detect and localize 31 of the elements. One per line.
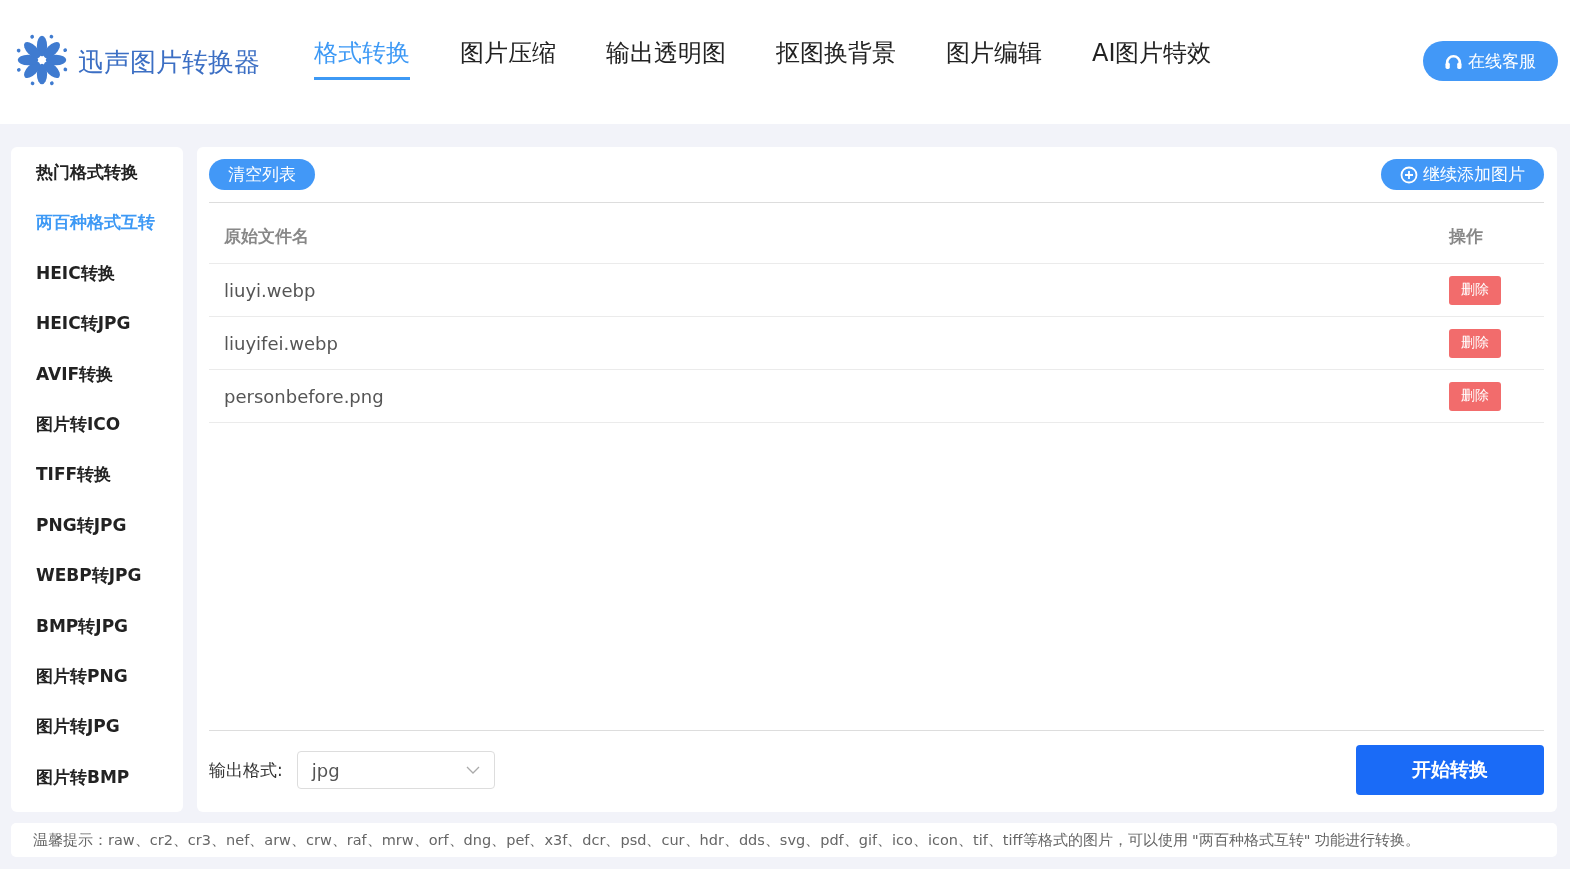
nav-tab[interactable]: 抠图换背景: [776, 36, 896, 80]
sidebar-item[interactable]: 图片转PNG: [36, 660, 183, 712]
column-header: 原始文件名: [224, 224, 310, 248]
file-name-cell-text: liuyi.webp: [224, 279, 317, 301]
output-format-select[interactable]: jpg: [296, 751, 495, 789]
tip-text: 温馨提示：raw、cr2、cr3、nef、arw、crw、raf、mrw、orf、dng、pef、x3f、dcr、psd、cur、hdr、dds、svg、pdf、gif、ico、icon、tif、tiff等格式的图片，可以使用 "两百种格式互转" 功能进行转换。: [33, 830, 1421, 850]
output-format-label: 输出格式:: [209, 758, 283, 782]
sidebar-item[interactable]: AVIF转换: [36, 358, 183, 409]
nav-tab[interactable]: AI图片特效: [1092, 36, 1212, 80]
sidebar-item[interactable]: BMP转JPG: [36, 610, 183, 661]
nav-tab[interactable]: 图片编辑: [946, 36, 1042, 80]
sidebar-item[interactable]: PNG转JPG: [36, 509, 183, 561]
app-name: 迅声图片转换器: [78, 45, 260, 79]
sidebar-item[interactable]: 热门格式转换: [36, 157, 183, 208]
nav-tab[interactable]: 图片压缩: [460, 36, 556, 80]
sidebar-item[interactable]: 图片转BMP: [36, 761, 183, 813]
column-header: 操作: [1447, 224, 1484, 248]
file-name-cell-text: liuyifei.webp: [224, 332, 339, 354]
headset-icon: [1445, 53, 1462, 69]
sidebar-item[interactable]: TIFF转换: [36, 459, 183, 510]
sidebar-item[interactable]: WEBP转JPG: [36, 560, 183, 611]
sidebar-item[interactable]: 图片转JPG: [36, 711, 183, 762]
sidebar-item[interactable]: HEIC转换: [36, 257, 183, 309]
sidebar-item[interactable]: 图片转ICO: [36, 408, 183, 460]
plus-circle-icon: [1400, 165, 1418, 184]
flower-logo-icon: [14, 32, 70, 88]
sidebar-item[interactable]: HEIC转JPG: [36, 308, 183, 359]
start-convert-button[interactable]: 开始转换: [1356, 745, 1544, 795]
file-name-cell-text: personbefore.png: [224, 385, 385, 407]
nav-tab[interactable]: 输出透明图: [606, 36, 726, 80]
chevron-down-icon: [465, 766, 480, 774]
